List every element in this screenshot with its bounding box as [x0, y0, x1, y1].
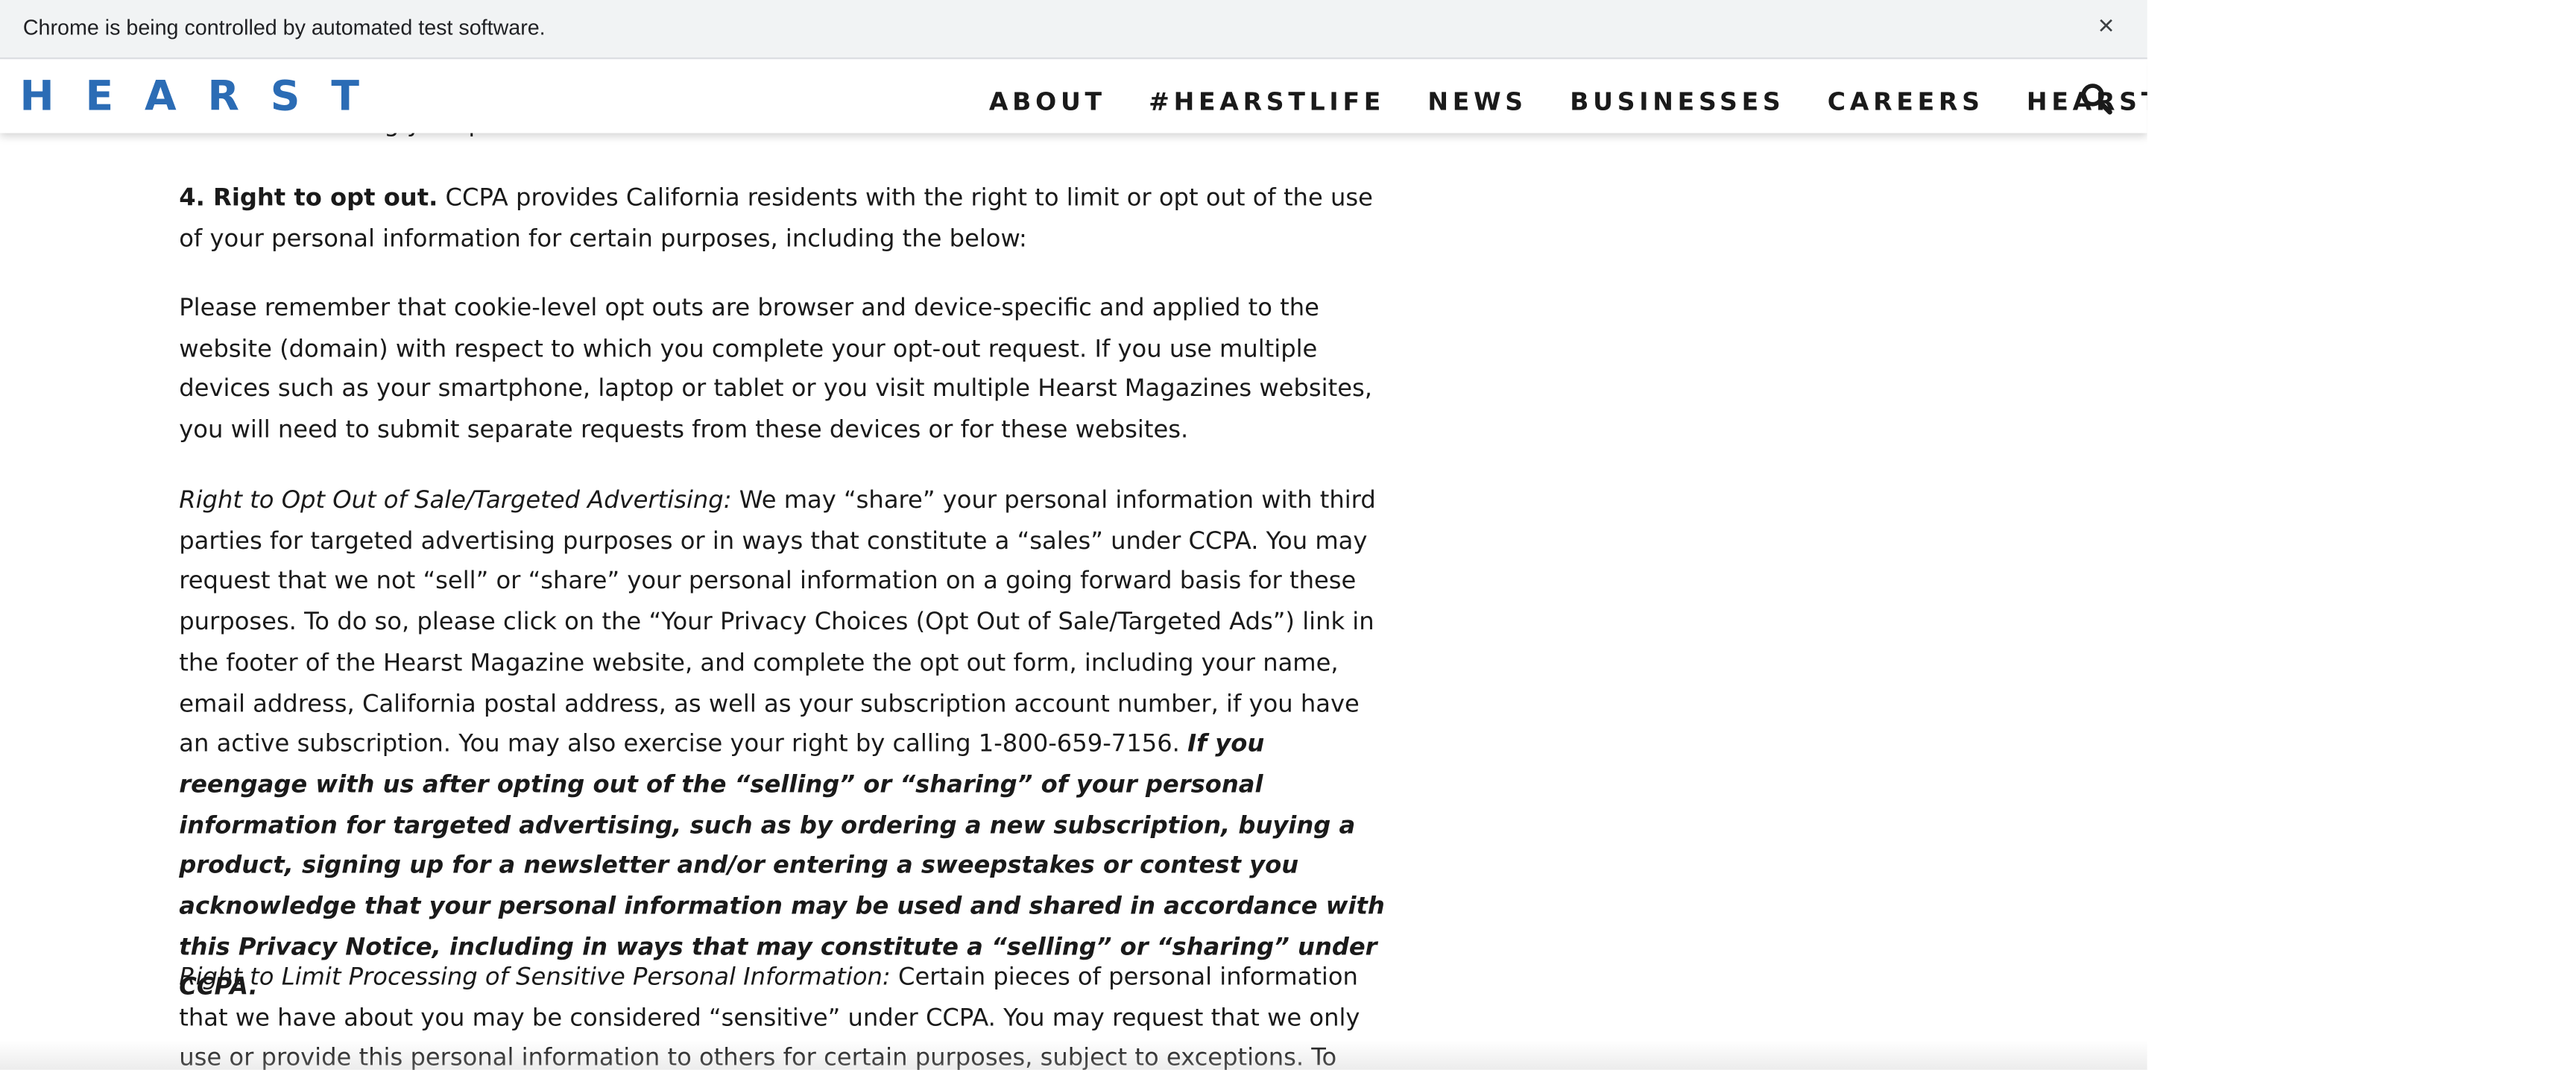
opt-out-heading: 4. Right to opt out.: [179, 183, 438, 213]
close-icon[interactable]: ×: [2098, 10, 2115, 43]
cookie-paragraph: Please remember that cookie-level opt ou…: [179, 294, 1372, 444]
page-viewport: re-subscribe using your preferred email …: [0, 59, 2147, 1070]
nav-about[interactable]: ABOUT: [989, 86, 1106, 119]
automation-infobar: Chrome is being controlled by automated …: [0, 0, 2147, 60]
limit-label: Right to Limit Processing of Sensitive P…: [179, 963, 891, 992]
nav-businesses[interactable]: BUSINESSES: [1570, 86, 1784, 119]
main-nav: ABOUT #HEARSTLIFE NEWS BUSINESSES CAREER…: [989, 86, 2147, 119]
sale-label: Right to Opt Out of Sale/Targeted Advert…: [179, 486, 732, 514]
nav-news[interactable]: NEWS: [1427, 86, 1527, 119]
sale-paragraph: Right to Opt Out of Sale/Targeted Advert…: [179, 482, 1386, 1010]
infobar-message: Chrome is being controlled by automated …: [22, 14, 546, 40]
nav-hearstlife[interactable]: #HEARSTLIFE: [1149, 86, 1385, 119]
hearst-logo[interactable]: HEARST: [19, 73, 390, 120]
nav-careers[interactable]: CAREERS: [1828, 86, 1984, 119]
opt-out-paragraph: 4. Right to opt out. CCPA provides Calif…: [179, 179, 1386, 260]
bottom-fade: [0, 1040, 2147, 1070]
search-icon[interactable]: [2080, 82, 2112, 115]
sale-text: We may “share” your personal information…: [179, 486, 1376, 758]
site-header: HEARST ABOUT #HEARSTLIFE NEWS BUSINESSES…: [0, 59, 2147, 133]
